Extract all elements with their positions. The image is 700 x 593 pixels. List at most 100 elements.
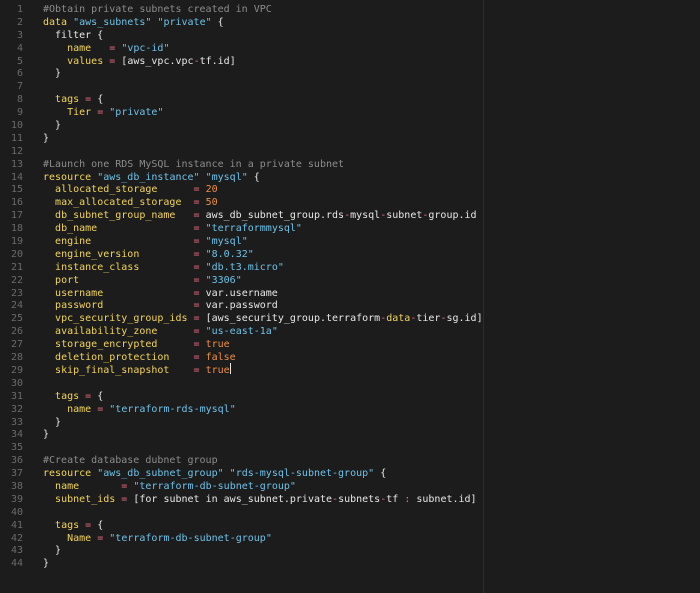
code-text: username = var.username [43, 288, 278, 301]
code-line[interactable]: 33 } [0, 417, 700, 430]
line-number: 29 [10, 364, 23, 376]
code-line[interactable]: 14 resource "aws_db_instance" "mysql" { [0, 172, 700, 185]
code-token-plain: } [43, 558, 50, 570]
code-token-plain: } [43, 416, 62, 428]
code-token-plain: var.password [199, 300, 278, 312]
code-line[interactable]: 2 data "aws_subnets" "private" { [0, 17, 700, 30]
code-line[interactable]: 7 [0, 81, 700, 94]
line-number: 42 [10, 532, 23, 544]
code-line[interactable]: 4 name = "vpc-id" [0, 43, 700, 56]
line-number: 33 [10, 416, 23, 428]
code-line[interactable]: 16 max_allocated_storage = 50 [0, 197, 700, 210]
code-text: tags = { [43, 520, 103, 533]
code-token-keyword: name [67, 42, 92, 54]
code-line[interactable]: 8 tags = { [0, 94, 700, 107]
code-line[interactable]: 36 #Create database dubnet group [0, 455, 700, 468]
code-token-number: 50 [205, 197, 218, 209]
code-line[interactable]: 44} [0, 558, 700, 571]
code-line[interactable]: 24 password = var.password [0, 300, 700, 313]
line-number: 43 [10, 545, 23, 557]
code-line[interactable]: 5 values = [aws_vpc.vpc-tf.id] [0, 56, 700, 69]
code-token-keyword: values [67, 55, 104, 67]
line-number: 27 [10, 339, 23, 351]
code-line[interactable]: 12 [0, 146, 700, 159]
code-line[interactable]: 15 allocated_storage = 20 [0, 184, 700, 197]
code-line[interactable]: 39 subnet_ids = [for subnet in aws_subne… [0, 494, 700, 507]
line-number: 15 [10, 184, 23, 196]
code-token-string: "private" [157, 16, 212, 28]
code-line[interactable]: 37 resource "aws_db_subnet_group" "rds-my… [0, 468, 700, 481]
code-line[interactable]: 6 } [0, 68, 700, 81]
code-line[interactable]: 43 } [0, 545, 700, 558]
code-text: Name = "terraform-db-subnet-group" [43, 533, 272, 546]
code-token-keyword: subnet_ids [55, 493, 116, 505]
code-token-string: "private" [109, 107, 164, 119]
code-token-keyword: db_subnet_group_name [55, 210, 176, 222]
code-token-keyword: name [67, 403, 92, 415]
line-number: 38 [10, 480, 23, 492]
code-text: Tier = "private" [43, 107, 163, 120]
code-text: data "aws_subnets" "private" { [43, 17, 224, 30]
code-text: resource "aws_db_instance" "mysql" { [43, 172, 260, 185]
code-token-keyword: storage_encrypted [55, 339, 158, 351]
code-line[interactable]: 25 vpc_security_group_ids = [aws_securit… [0, 313, 700, 326]
code-line[interactable]: 20 engine_version = "8.0.32" [0, 249, 700, 262]
code-token-keyword: instance_class [55, 261, 140, 273]
line-number: 13 [10, 158, 23, 170]
code-token-number: true [205, 364, 230, 376]
code-line[interactable]: 1 #Obtain private subnets created in VPC [0, 4, 700, 17]
code-text: deletion_protection = false [43, 352, 236, 365]
code-text: db_name = "terraformmysql" [43, 223, 302, 236]
code-line[interactable]: 10 } [0, 120, 700, 133]
code-line[interactable]: 21 instance_class = "db.t3.micro" [0, 262, 700, 275]
code-line[interactable]: 34} [0, 429, 700, 442]
code-line[interactable]: 9 Tier = "private" [0, 107, 700, 120]
code-line[interactable]: 40 [0, 507, 700, 520]
code-text: subnet_ids = [for subnet in aws_subnet.p… [43, 494, 477, 507]
code-token-plain: { [91, 390, 104, 402]
code-text: values = [aws_vpc.vpc-tf.id] [43, 56, 236, 69]
code-token-string: "terraform-rds-mysql" [109, 403, 236, 415]
code-text: name = "vpc-id" [43, 43, 169, 56]
code-text: vpc_security_group_ids = [aws_security_g… [43, 313, 483, 326]
code-text: } [43, 120, 61, 133]
code-line[interactable]: 28 deletion_protection = false [0, 352, 700, 365]
code-token-plain: subnet.id] [410, 493, 477, 505]
code-line[interactable]: 22 port = "3306" [0, 275, 700, 288]
line-number: 37 [10, 468, 23, 480]
code-token-keyword: password [55, 300, 104, 312]
code-line[interactable]: 41 tags = { [0, 520, 700, 533]
code-line[interactable]: 27 storage_encrypted = true [0, 339, 700, 352]
code-line[interactable]: 23 username = var.username [0, 288, 700, 301]
code-line[interactable]: 30 [0, 378, 700, 391]
code-line[interactable]: 19 engine = "mysql" [0, 236, 700, 249]
code-line[interactable]: 17 db_subnet_group_name = aws_db_subnet_… [0, 210, 700, 223]
code-line[interactable]: 3 filter { [0, 30, 700, 43]
code-line[interactable]: 31 tags = { [0, 391, 700, 404]
code-line[interactable]: 26 availability_zone = "us-east-1a" [0, 326, 700, 339]
code-line[interactable]: 38 name = "terraform-db-subnet-group" [0, 481, 700, 494]
code-editor[interactable]: 1 #Obtain private subnets created in VPC 2… [0, 0, 700, 593]
line-number: 8 [16, 94, 23, 106]
code-line[interactable]: 42 Name = "terraform-db-subnet-group" [0, 533, 700, 546]
code-line[interactable]: 11} [0, 133, 700, 146]
code-line[interactable]: 35 [0, 442, 700, 455]
code-text: } [43, 68, 61, 81]
code-token-string: "terraformmysql" [205, 223, 302, 235]
line-number: 10 [10, 120, 23, 132]
code-line[interactable]: 32 name = "terraform-rds-mysql" [0, 404, 700, 417]
code-line[interactable]: 29 skip_final_snapshot = true [0, 363, 700, 378]
line-number: 34 [10, 429, 23, 441]
code-text: tags = { [43, 94, 103, 107]
code-token-keyword: Tier [67, 107, 92, 119]
code-line[interactable]: 13 #Launch one RDS MySQL instance in a pr… [0, 159, 700, 172]
code-token-comment: #Launch one RDS MySQL instance in a priv… [43, 158, 345, 170]
code-token-keyword: engine [55, 236, 92, 248]
code-line[interactable]: 18 db_name = "terraformmysql" [0, 223, 700, 236]
line-number: 35 [10, 442, 23, 454]
